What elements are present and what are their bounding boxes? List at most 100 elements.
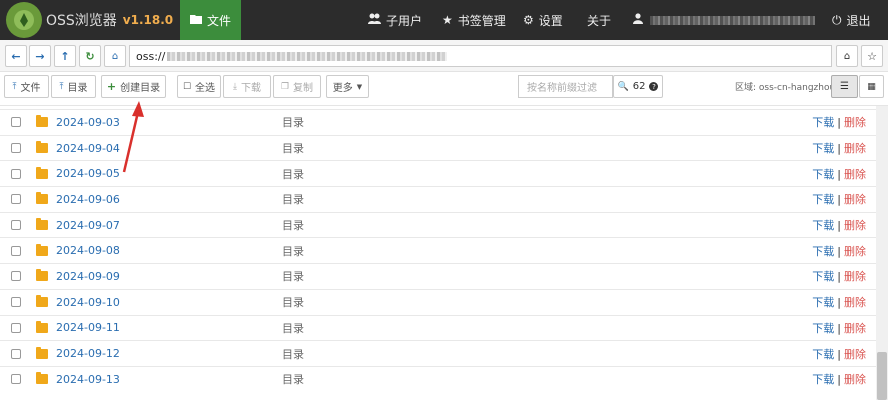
table-row[interactable]: 2024-09-13 目录 下载 | 删除: [0, 365, 876, 392]
folder-icon: [36, 269, 48, 282]
file-type: 目录: [282, 347, 304, 361]
upload-file-button[interactable]: ⤒ 文件: [4, 75, 49, 98]
table-row[interactable]: 2024-09-10 目录 下载 | 删除: [0, 288, 876, 315]
row-checkbox[interactable]: [11, 245, 21, 256]
nav-subuser[interactable]: 子用户: [368, 0, 422, 40]
table-row[interactable]: 2024-09-03 目录 下载 | 删除: [0, 109, 876, 135]
table-row[interactable]: 2024-09-05 目录 下载 | 删除: [0, 160, 876, 186]
row-delete-link[interactable]: 删除: [844, 322, 866, 335]
action-separator: |: [837, 373, 841, 387]
nav-user[interactable]: [633, 0, 815, 40]
file-name-link[interactable]: 2024-09-05: [56, 167, 120, 180]
nav-bookmarks-label: 书签管理: [457, 13, 506, 28]
row-checkbox[interactable]: [11, 297, 21, 308]
row-download-link[interactable]: 下载: [812, 168, 834, 181]
file-name-link[interactable]: 2024-09-06: [56, 193, 120, 206]
file-name-link[interactable]: 2024-09-09: [56, 270, 120, 283]
up-button[interactable]: ↑: [54, 45, 76, 67]
nav-logout[interactable]: ⏻ 退出: [832, 0, 871, 40]
row-delete-link[interactable]: 删除: [844, 270, 866, 283]
nav-about[interactable]: 关于: [587, 0, 611, 40]
action-separator: |: [837, 219, 841, 233]
row-checkbox[interactable]: [11, 348, 21, 359]
file-name-link[interactable]: 2024-09-13: [56, 373, 120, 386]
row-actions: 下载 | 删除: [812, 371, 866, 387]
row-download-link[interactable]: 下载: [812, 348, 834, 361]
go-home-button[interactable]: ⌂: [836, 45, 858, 67]
row-download-link[interactable]: 下载: [812, 270, 834, 283]
row-download-link[interactable]: 下载: [812, 193, 834, 206]
copy-label: 复制: [293, 83, 314, 94]
row-delete-link[interactable]: 删除: [844, 193, 866, 206]
leaf-logo-icon: [6, 2, 42, 38]
row-download-link[interactable]: 下载: [812, 322, 834, 335]
row-delete-link[interactable]: 删除: [844, 142, 866, 155]
row-checkbox[interactable]: [11, 271, 21, 282]
refresh-button[interactable]: ↻: [79, 45, 101, 67]
table-row[interactable]: 2024-09-08 目录 下载 | 删除: [0, 237, 876, 263]
row-checkbox[interactable]: [11, 117, 21, 128]
row-download-link[interactable]: 下载: [812, 116, 834, 129]
row-download-link[interactable]: 下载: [812, 296, 834, 309]
back-button[interactable]: ←: [5, 45, 27, 67]
table-row[interactable]: 2024-09-07 目录 下载 | 删除: [0, 211, 876, 238]
bookmark-button[interactable]: ☆: [861, 45, 883, 67]
row-delete-link[interactable]: 删除: [844, 116, 866, 129]
table-row[interactable]: 2024-09-11 目录 下载 | 删除: [0, 314, 876, 341]
file-name-link[interactable]: 2024-09-04: [56, 142, 120, 155]
select-all-label: 全选: [195, 83, 216, 94]
table-row[interactable]: 2024-09-12 目录 下载 | 删除: [0, 340, 876, 366]
row-delete-link[interactable]: 删除: [844, 296, 866, 309]
file-name-link[interactable]: 2024-09-11: [56, 321, 120, 334]
row-delete-link[interactable]: 删除: [844, 219, 866, 232]
row-download-link[interactable]: 下载: [812, 142, 834, 155]
filter-input[interactable]: 按名称前缀过滤: [518, 75, 613, 98]
row-actions: 下载 | 删除: [812, 243, 866, 259]
more-dropdown[interactable]: 更多 ▼: [326, 75, 369, 98]
row-delete-link[interactable]: 删除: [844, 245, 866, 258]
scrollbar-thumb[interactable]: [877, 352, 887, 400]
download-button[interactable]: ⤓ 下载: [223, 75, 271, 98]
nav-settings[interactable]: ⚙ 设置: [523, 0, 563, 40]
row-delete-link[interactable]: 删除: [844, 168, 866, 181]
upload-dir-button[interactable]: ⤒ 目录: [51, 75, 96, 98]
file-name-link[interactable]: 2024-09-07: [56, 219, 120, 232]
app-name: OSS浏览器: [46, 13, 117, 29]
home-button[interactable]: ⌂: [104, 45, 126, 67]
file-name-link[interactable]: 2024-09-08: [56, 244, 120, 257]
nav-bookmarks[interactable]: ★ 书签管理: [442, 0, 506, 40]
folder-icon: [36, 243, 48, 256]
table-row[interactable]: 2024-09-06 目录 下载 | 删除: [0, 186, 876, 212]
row-checkbox[interactable]: [11, 220, 21, 231]
file-type: 目录: [282, 244, 304, 258]
list-view-button[interactable]: ☰: [831, 75, 858, 98]
search-button[interactable]: 🔍 62 ?: [613, 75, 663, 98]
row-checkbox[interactable]: [11, 322, 21, 333]
row-download-link[interactable]: 下载: [812, 373, 834, 386]
search-icon: 🔍: [617, 81, 629, 92]
address-input[interactable]: oss://: [129, 45, 832, 67]
file-name-link[interactable]: 2024-09-10: [56, 296, 120, 309]
row-checkbox[interactable]: [11, 374, 21, 385]
row-checkbox[interactable]: [11, 194, 21, 205]
folder-icon: [36, 320, 48, 333]
upload-icon: ⤒: [59, 81, 64, 92]
forward-button[interactable]: →: [29, 45, 51, 67]
row-download-link[interactable]: 下载: [812, 219, 834, 232]
row-delete-link[interactable]: 删除: [844, 373, 866, 386]
row-delete-link[interactable]: 删除: [844, 348, 866, 361]
table-row[interactable]: 2024-09-04 目录 下载 | 删除: [0, 134, 876, 161]
select-all-button[interactable]: ☐ 全选: [177, 75, 221, 98]
file-name-link[interactable]: 2024-09-12: [56, 347, 120, 360]
create-dir-button[interactable]: + 创建目录: [101, 75, 166, 98]
copy-button[interactable]: ❐ 复制: [273, 75, 321, 98]
file-type: 目录: [282, 193, 304, 207]
row-checkbox[interactable]: [11, 143, 21, 154]
row-download-link[interactable]: 下载: [812, 245, 834, 258]
row-checkbox[interactable]: [11, 168, 21, 179]
table-row[interactable]: 2024-09-09 目录 下载 | 删除: [0, 263, 876, 289]
grid-view-button[interactable]: ▦: [859, 75, 884, 98]
nav-tab-file[interactable]: 文件: [180, 0, 241, 40]
user-icon: [633, 13, 643, 27]
file-name-link[interactable]: 2024-09-03: [56, 116, 120, 129]
